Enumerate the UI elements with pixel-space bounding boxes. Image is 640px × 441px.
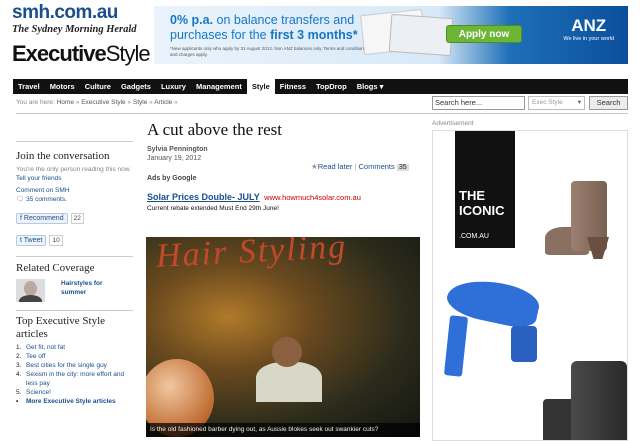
- ad-url[interactable]: www.howmuch4solar.com.au: [264, 193, 361, 202]
- advertisement-label: Advertisement: [432, 120, 474, 127]
- nav-item-management[interactable]: Management: [191, 79, 247, 94]
- divider: [16, 113, 628, 114]
- masthead: smh.com.au The Sydney Morning Herald Exe…: [12, 0, 151, 70]
- nav-item-culture[interactable]: Culture: [80, 79, 116, 94]
- nav-item-motors[interactable]: Motors: [45, 79, 80, 94]
- the-iconic-ad[interactable]: THE ICONIC .COM.AU: [432, 130, 628, 441]
- anz-logo: ANZ We live in your world: [563, 16, 614, 42]
- more-articles-link[interactable]: • More Executive Style articles: [16, 397, 133, 406]
- divider: [16, 141, 133, 142]
- search-bar: Search here... Exec Style Search: [432, 96, 628, 110]
- star-icon: ★: [311, 162, 318, 171]
- article: A cut above the rest Sylvia Pennington J…: [147, 120, 419, 212]
- anz-banner-ad[interactable]: 0% p.a. on balance transfers and purchas…: [154, 6, 628, 64]
- breadcrumb-prefix: You are here:: [16, 99, 55, 106]
- join-conversation-title: Join the conversation: [16, 150, 110, 162]
- nav-item-luxury[interactable]: Luxury: [156, 79, 191, 94]
- comment-on-smh-link[interactable]: Comment on SMH: [16, 187, 69, 194]
- divider: [16, 256, 133, 257]
- twitter-icon: t: [20, 237, 22, 244]
- search-scope-select[interactable]: Exec Style: [528, 96, 585, 110]
- iconic-domain: .COM.AU: [459, 233, 489, 240]
- apply-now-button[interactable]: Apply now: [446, 25, 522, 43]
- top-article-item[interactable]: 3. Best cities for the single guy: [16, 361, 133, 370]
- barber-figure: [256, 362, 322, 402]
- nav-item-travel[interactable]: Travel: [13, 79, 45, 94]
- credit-card-image-2: [388, 13, 454, 57]
- comments-count-badge: 35: [396, 164, 409, 171]
- top-article-item[interactable]: 1. Get fit, not fat: [16, 343, 133, 352]
- facebook-icon: f: [20, 215, 22, 222]
- top-articles-title: Top Executive Style articles: [16, 315, 106, 340]
- smh-logo[interactable]: smh.com.au: [12, 3, 137, 23]
- recommend-button[interactable]: f Recommend: [16, 213, 68, 224]
- divider: [16, 310, 133, 311]
- photo-caption: Is the old fashioned barber dying out, a…: [146, 423, 420, 437]
- breadcrumb-style[interactable]: Style: [133, 99, 147, 106]
- right-column: Advertisement: [432, 120, 628, 127]
- black-boot-image: [543, 359, 627, 440]
- article-photo[interactable]: Hair Styling Is the old fashioned barber…: [146, 237, 420, 437]
- top-article-item[interactable]: 2. Tee off: [16, 352, 133, 361]
- tweet-count: 10: [49, 235, 63, 246]
- nav-item-style[interactable]: Style: [246, 79, 275, 94]
- tweet-button[interactable]: t Tweet: [16, 235, 47, 246]
- breadcrumb-executive-style[interactable]: Executive Style: [81, 99, 125, 106]
- related-link[interactable]: Hairstyles for summer: [61, 279, 121, 302]
- article-tools: ★Read later | Comments 35: [311, 162, 409, 171]
- read-later-link[interactable]: Read later: [318, 162, 353, 171]
- article-author[interactable]: Sylvia Pennington: [147, 145, 419, 154]
- breadcrumb-home[interactable]: Home: [57, 99, 74, 106]
- breadcrumb: You are here: Home » Executive Style » S…: [16, 99, 178, 106]
- comment-bubble-icon: 🗨: [16, 196, 25, 203]
- tell-friends-link[interactable]: Tell your friends: [16, 175, 62, 182]
- join-text: You're the only person reading this now.…: [16, 166, 131, 182]
- top-article-item[interactable]: 4. Sexism in the city: more effort and le…: [16, 370, 133, 388]
- search-button[interactable]: Search: [589, 96, 628, 110]
- taupe-boot-image: [543, 179, 613, 259]
- banner-small-print: *New applicants only who apply by 31 Aug…: [170, 46, 377, 57]
- ad-description: Current rebate extended Must End 29th Ju…: [147, 205, 279, 212]
- nav-item-blogs[interactable]: Blogs ▾: [352, 79, 389, 94]
- nav-item-topdrop[interactable]: TopDrop: [311, 79, 352, 94]
- barber-head: [272, 337, 302, 367]
- comments-tab-link[interactable]: Comments: [358, 162, 394, 171]
- executive-style-logo[interactable]: ExecutiveStyle: [12, 42, 151, 66]
- nav-item-gadgets[interactable]: Gadgets: [116, 79, 156, 94]
- the-iconic-logo: THE ICONIC .COM.AU: [455, 131, 515, 248]
- comments-link[interactable]: 35 comments.: [26, 196, 67, 203]
- nav-item-fitness[interactable]: Fitness: [275, 79, 311, 94]
- blue-heel-image: [443, 266, 555, 377]
- article-title: A cut above the rest: [147, 120, 283, 139]
- top-articles-list: 1. Get fit, not fat 2. Tee off 3. Best citi…: [16, 343, 133, 406]
- comments-count-row: 🗨 35 comments.: [16, 195, 133, 204]
- main-nav: Travel Motors Culture Gadgets Luxury Man…: [13, 79, 628, 94]
- iconic-logo-text: THE ICONIC: [459, 188, 505, 218]
- top-article-item[interactable]: 5. Science!: [16, 388, 133, 397]
- related-coverage-title: Related Coverage: [16, 262, 95, 274]
- herald-name: The Sydney Morning Herald: [12, 24, 137, 35]
- search-input[interactable]: Search here...: [432, 96, 525, 110]
- left-sidebar: Join the conversation You're the only pe…: [16, 150, 133, 406]
- banner-headline: 0% p.a. on balance transfers and purchas…: [170, 13, 358, 42]
- recommend-count: 22: [70, 213, 84, 224]
- photo-sign-text: Hair Styling: [155, 237, 348, 275]
- ads-by-google: Ads by Google: [147, 175, 197, 182]
- ad-title-link[interactable]: Solar Prices Double- JULY: [147, 192, 260, 202]
- breadcrumb-article[interactable]: Article: [154, 99, 172, 106]
- related-thumbnail[interactable]: [16, 279, 45, 302]
